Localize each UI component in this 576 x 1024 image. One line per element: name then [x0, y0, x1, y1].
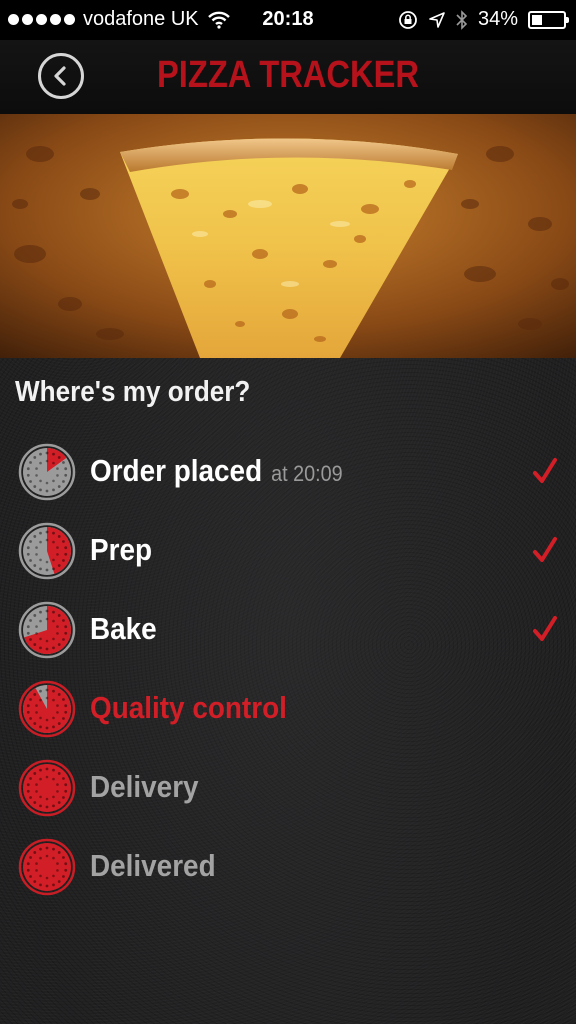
bluetooth-icon: [456, 9, 468, 30]
step-timestamp: at 20:09: [271, 461, 343, 486]
checkmark-icon: [533, 616, 557, 641]
navigation-bar: PIZZA TRACKER: [0, 40, 576, 115]
checkmark-icon: [533, 458, 557, 483]
order-step-prep: Prep: [0, 518, 576, 582]
step-label-text: Order placed: [90, 453, 263, 488]
step-label-text: Quality control: [90, 690, 287, 725]
order-step-delivered: Delivered: [0, 834, 576, 898]
page-title: PIZZA TRACKER: [156, 54, 420, 96]
pizza-timer-icon: [18, 443, 76, 501]
status-bar: vodafone UK 20:18 34%: [0, 0, 576, 40]
step-label: Bake: [90, 611, 157, 647]
pizza-timer-icon: [18, 680, 76, 738]
rotation-lock-icon: [399, 10, 417, 29]
order-status-heading: Where's my order?: [15, 376, 251, 408]
pizza-timer-icon: [18, 522, 76, 580]
pizza-timer-icon: [18, 759, 76, 817]
battery-icon: [528, 10, 569, 29]
order-step-delivery: Delivery: [0, 755, 576, 819]
order-step-bake: Bake: [0, 597, 576, 661]
checkmark-icon: [533, 537, 557, 562]
battery-percent: 34%: [477, 8, 518, 30]
step-label-text: Prep: [90, 532, 153, 567]
battery-level-fill: [532, 14, 543, 25]
step-label-text: Delivery: [90, 769, 199, 804]
pizza-timer-icon: [18, 601, 76, 659]
step-label: Prep: [90, 532, 152, 568]
pizza-timer-icon: [18, 838, 76, 896]
order-step-order-placed: Order placed at 20:09: [0, 439, 576, 503]
step-label-text: Delivered: [90, 848, 216, 883]
location-arrow-icon: [429, 11, 445, 28]
step-label: Quality control: [90, 690, 287, 726]
step-label-text: Bake: [90, 611, 157, 646]
step-label: Delivered: [90, 848, 216, 884]
step-label: Order placed at 20:09: [90, 453, 343, 489]
step-label: Delivery: [90, 769, 199, 805]
order-step-quality-control: Quality control: [0, 676, 576, 740]
pizza-hero-image: [0, 114, 576, 358]
status-right: 34%: [398, 8, 569, 31]
